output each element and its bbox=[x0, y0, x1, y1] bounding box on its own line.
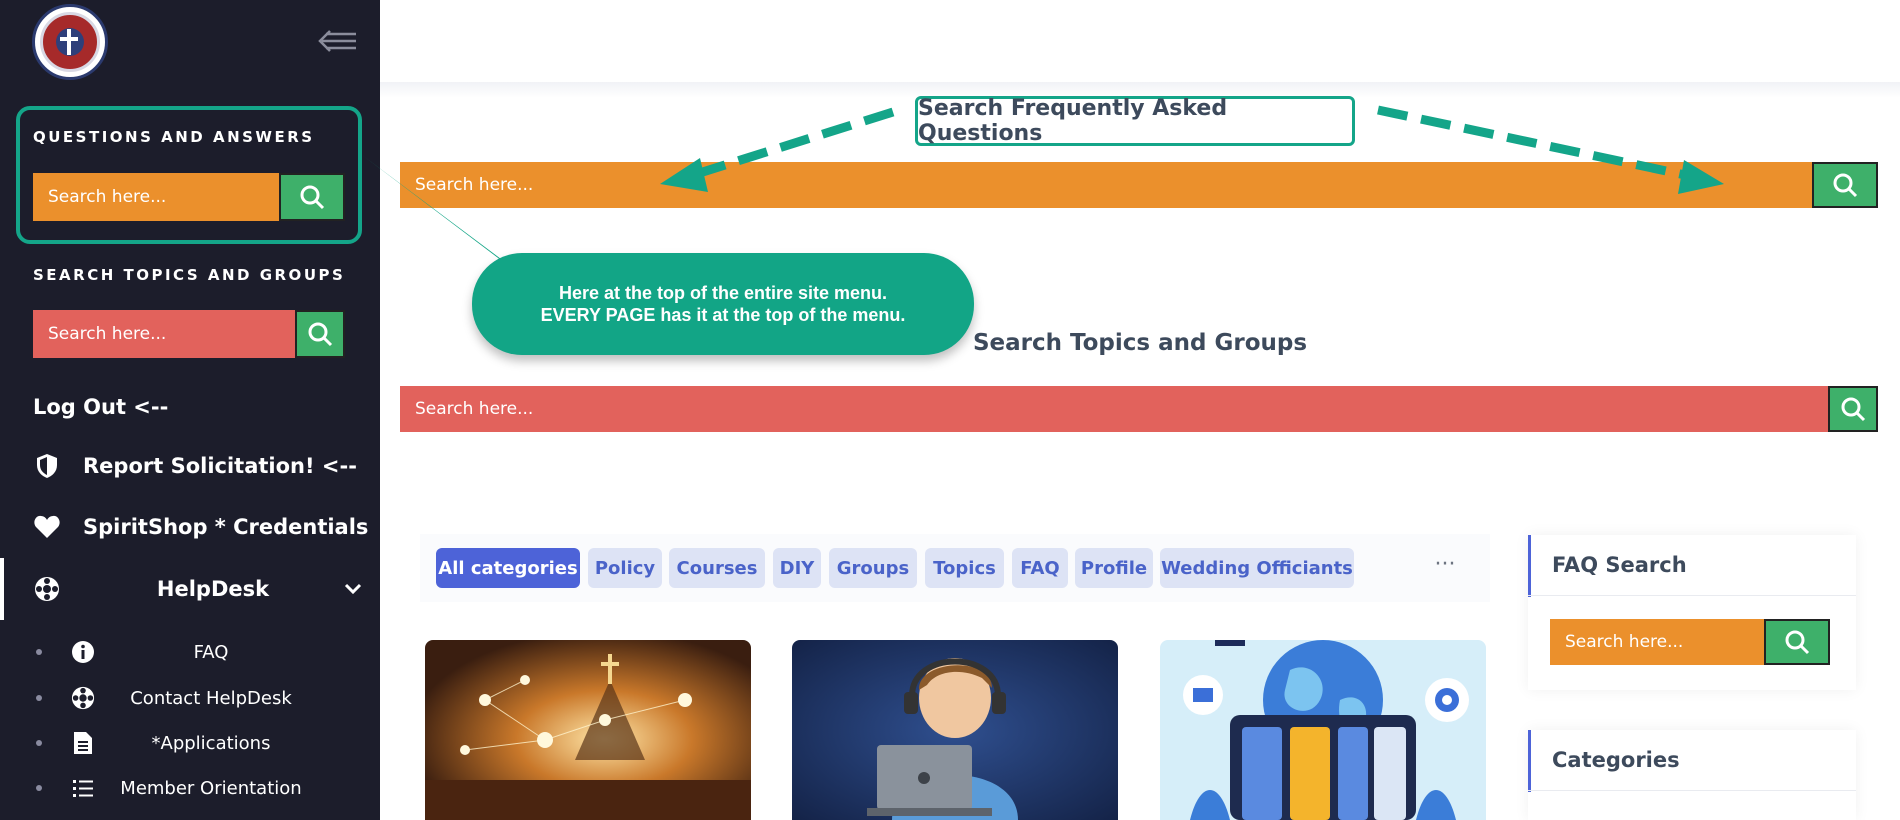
faq-widget-search-input[interactable]: Search here... bbox=[1550, 619, 1764, 665]
tab-profile[interactable]: Profile bbox=[1075, 548, 1153, 588]
info-icon bbox=[70, 639, 96, 665]
tab-policy[interactable]: Policy bbox=[588, 548, 662, 588]
lifebuoy-icon bbox=[70, 685, 96, 711]
faq-search-button[interactable] bbox=[1812, 162, 1878, 208]
topics-search-group: Search here... bbox=[33, 310, 345, 358]
sidebar-item-member-orientation[interactable]: Member Orientation bbox=[36, 773, 366, 803]
topics-search-input[interactable]: Search here... bbox=[400, 386, 1828, 432]
sidebar-item-label: FAQ bbox=[193, 641, 229, 663]
report-label: Report Solicitation! <-- bbox=[83, 454, 357, 478]
topics-search-title: Search Topics and Groups bbox=[972, 330, 1308, 356]
annotation-callout: Here at the top of the entire site menu.… bbox=[472, 253, 974, 355]
qa-search-input[interactable]: Search here... bbox=[33, 173, 279, 221]
faq-widget-search-group: Search here... bbox=[1550, 619, 1830, 665]
chevron-down-icon[interactable] bbox=[343, 577, 363, 601]
qa-heading: QUESTIONS AND ANSWERS bbox=[33, 128, 315, 146]
callout-line-1: Here at the top of the entire site menu. bbox=[558, 283, 888, 303]
search-icon bbox=[300, 185, 325, 210]
qa-search-button[interactable] bbox=[279, 173, 345, 221]
more-categories-button[interactable]: ··· bbox=[1430, 552, 1460, 582]
logout-link[interactable]: Log Out <-- bbox=[33, 395, 168, 419]
sidebar-item-label: *Applications bbox=[151, 732, 271, 754]
sidebar-item-contact-helpdesk[interactable]: Contact HelpDesk bbox=[36, 683, 366, 713]
document-icon bbox=[70, 730, 96, 756]
callout-line-2: EVERY PAGE has it at the top of the menu… bbox=[540, 305, 906, 325]
faq-search-input[interactable]: Search here... bbox=[400, 162, 1812, 208]
faq-search-title: Search Frequently Asked Questions bbox=[915, 96, 1355, 146]
qa-search-group: Search here... bbox=[33, 173, 345, 221]
search-icon bbox=[308, 322, 333, 347]
faq-search-widget-title: FAQ Search bbox=[1552, 553, 1687, 577]
card-image-helpdesk-agent[interactable] bbox=[792, 640, 1118, 820]
faq-search-widget: FAQ Search Search here... bbox=[1528, 535, 1856, 690]
report-solicitation-link[interactable]: Report Solicitation! <-- bbox=[33, 452, 357, 480]
faq-search-bar: Search here... bbox=[400, 162, 1878, 208]
spiritshop-link[interactable]: SpiritShop * Credentials bbox=[33, 513, 368, 541]
tab-faq[interactable]: FAQ bbox=[1012, 548, 1068, 588]
collapse-menu-icon[interactable] bbox=[318, 28, 358, 54]
topics-search-bar: Search here... bbox=[400, 386, 1878, 432]
sidebar-item-applications[interactable]: *Applications bbox=[36, 728, 366, 758]
card-image-church-network[interactable] bbox=[425, 640, 751, 820]
sidebar-item-label: Contact HelpDesk bbox=[130, 687, 292, 709]
helpdesk-menu[interactable]: HelpDesk bbox=[33, 575, 363, 603]
heart-icon bbox=[33, 513, 61, 541]
sidebar: QUESTIONS AND ANSWERS Search here... SEA… bbox=[0, 0, 380, 820]
shield-icon bbox=[33, 452, 61, 480]
card-image-global-network[interactable] bbox=[1160, 640, 1486, 820]
topics-search-button[interactable] bbox=[295, 310, 345, 358]
search-icon bbox=[1833, 173, 1858, 198]
lifebuoy-icon bbox=[33, 575, 61, 603]
site-logo[interactable] bbox=[32, 4, 108, 80]
search-icon bbox=[1785, 630, 1810, 655]
list-icon bbox=[70, 775, 96, 801]
tab-diy[interactable]: DIY bbox=[773, 548, 821, 588]
tab-topics[interactable]: Topics bbox=[925, 548, 1004, 588]
tab-wedding-officiants[interactable]: Wedding Officiants bbox=[1160, 548, 1354, 588]
faq-widget-search-button[interactable] bbox=[1764, 619, 1830, 665]
topics-search-button[interactable] bbox=[1828, 386, 1878, 432]
tab-courses[interactable]: Courses bbox=[669, 548, 765, 588]
logout-label: Log Out <-- bbox=[33, 395, 169, 419]
active-indicator bbox=[0, 558, 4, 620]
tab-groups[interactable]: Groups bbox=[829, 548, 917, 588]
topics-search-input[interactable]: Search here... bbox=[33, 310, 295, 358]
tab-all-categories[interactable]: All categories bbox=[436, 548, 580, 588]
helpdesk-label: HelpDesk bbox=[156, 577, 270, 601]
sidebar-item-label: Member Orientation bbox=[120, 777, 302, 799]
topics-heading: SEARCH TOPICS AND GROUPS bbox=[33, 266, 346, 284]
categories-widget: Categories bbox=[1528, 730, 1856, 820]
search-icon bbox=[1841, 397, 1866, 422]
spiritshop-label: SpiritShop * Credentials bbox=[83, 515, 369, 539]
sidebar-item-faq[interactable]: FAQ bbox=[36, 637, 366, 667]
categories-widget-title: Categories bbox=[1552, 748, 1680, 772]
